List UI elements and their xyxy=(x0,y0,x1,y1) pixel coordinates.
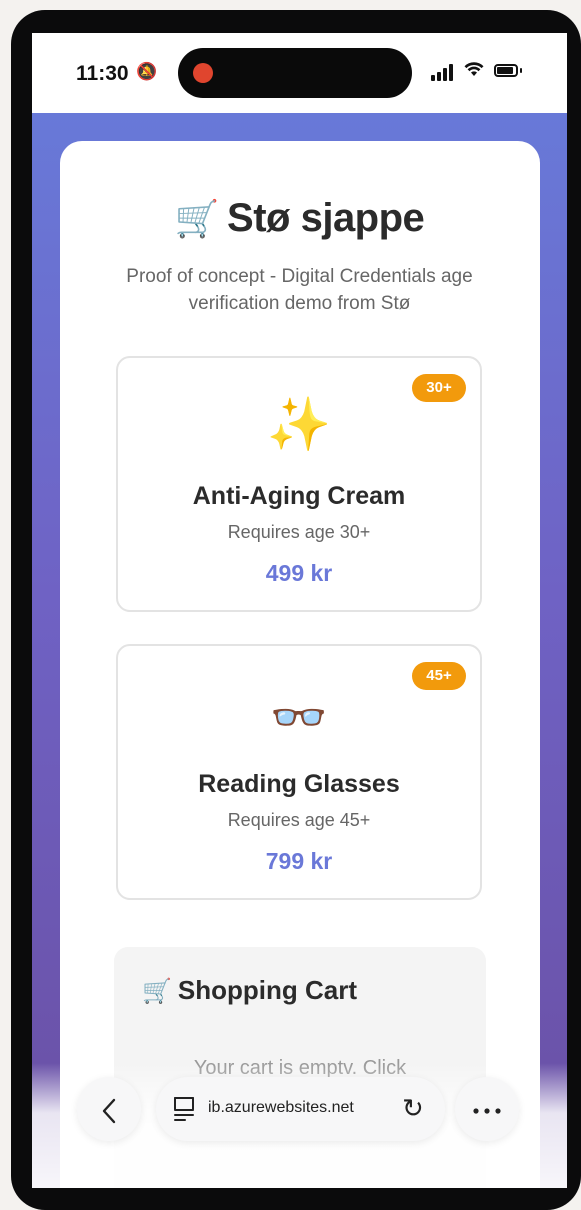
chevron-left-icon xyxy=(102,1098,116,1123)
dynamic-island xyxy=(178,48,412,98)
product-card-reading-glasses[interactable]: 45+ 👓 Reading Glasses Requires age 45+ 7… xyxy=(116,644,482,900)
cart-title: 🛒 Shopping Cart xyxy=(142,975,357,1006)
sparkles-icon: ✨ xyxy=(266,396,332,454)
signal-icon xyxy=(431,63,458,81)
address-bar[interactable]: ib.azurewebsites.net ↻ xyxy=(156,1077,445,1141)
reload-icon[interactable]: ↻ xyxy=(402,1093,424,1123)
age-requirement: Requires age 30+ xyxy=(227,522,371,542)
product-card-anti-aging-cream[interactable]: 30+ ✨ Anti-Aging Cream Requires age 30+ … xyxy=(116,356,482,612)
url-text[interactable]: ib.azurewebsites.net xyxy=(208,1099,354,1117)
status-time: 11:30 xyxy=(76,62,129,85)
age-requirement: Requires age 45+ xyxy=(227,810,371,830)
back-button[interactable] xyxy=(77,1077,141,1141)
cart-title-text: Shopping Cart xyxy=(177,975,357,1005)
shopping-cart-icon: 🛒 xyxy=(174,198,220,239)
more-button[interactable] xyxy=(455,1077,519,1141)
product-name: Anti-Aging Cream xyxy=(192,482,406,510)
battery-tip xyxy=(520,68,522,73)
shopping-cart-icon: 🛒 xyxy=(142,978,172,1005)
product-price: 499 kr xyxy=(265,560,333,586)
bell-slash-icon: 🔕 xyxy=(136,62,158,81)
status-bar: 11:30 🔕 xyxy=(32,33,567,113)
wifi-icon xyxy=(464,61,484,82)
phone-screen: 11:30 🔕 🛒 Stø sjappe Proof of concept - D… xyxy=(32,33,567,1188)
page-title: 🛒 Stø sjappe xyxy=(32,196,567,241)
tabs-icon[interactable] xyxy=(174,1097,196,1121)
page-title-text: Stø sjappe xyxy=(227,196,425,240)
more-icon xyxy=(473,1108,501,1114)
page-subtitle: Proof of concept - Digital Credentials a… xyxy=(126,266,473,314)
glasses-icon: 👓 xyxy=(270,691,328,743)
product-price: 799 kr xyxy=(265,848,333,874)
product-name: Reading Glasses xyxy=(198,770,400,798)
age-badge: 45+ xyxy=(412,662,466,690)
battery-icon xyxy=(494,64,518,77)
recording-indicator-icon xyxy=(193,63,213,83)
